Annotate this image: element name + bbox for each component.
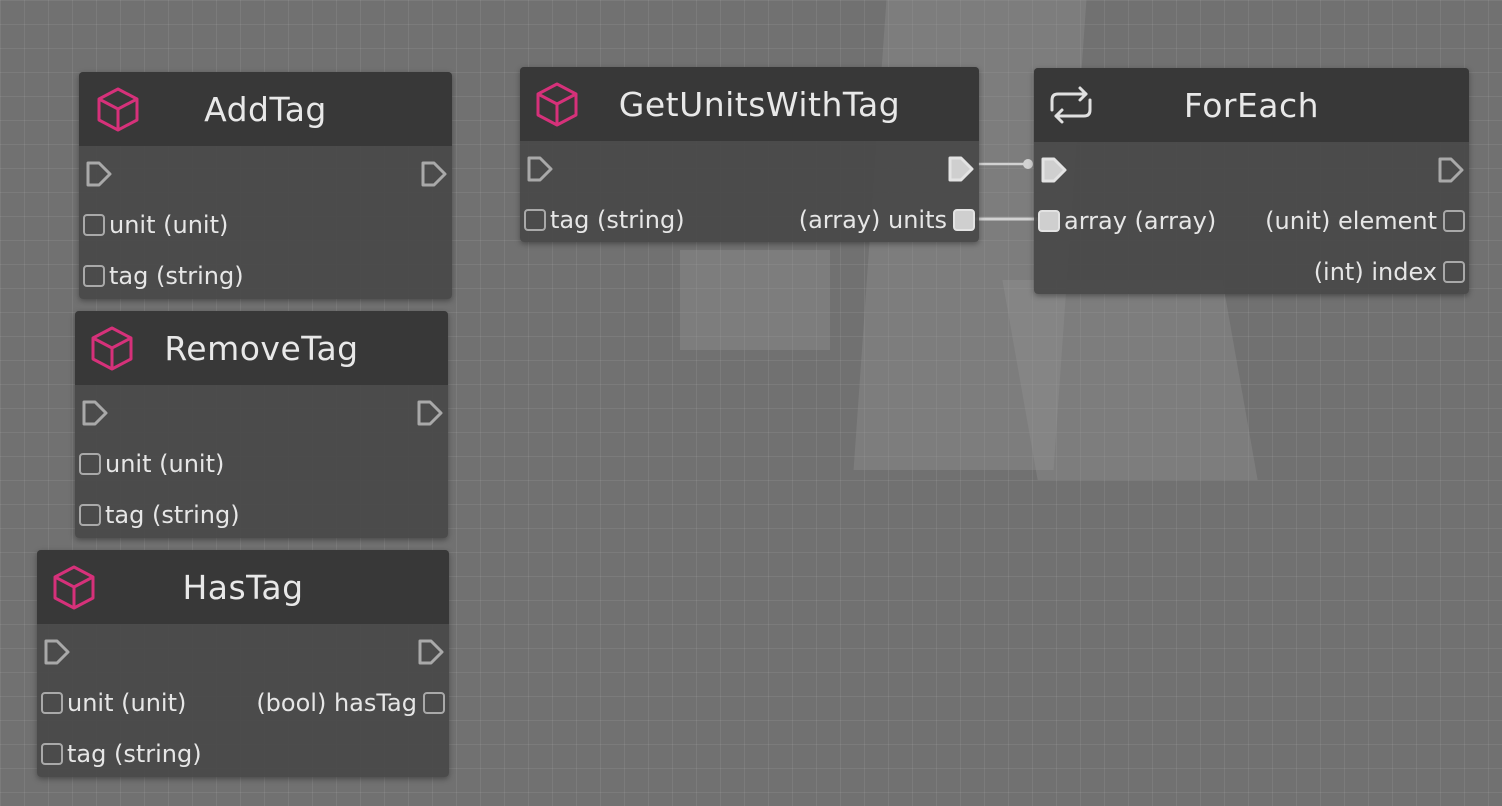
node-title: GetUnitsWithTag (618, 84, 901, 124)
pin-socket[interactable] (1443, 261, 1465, 283)
cube-icon (97, 87, 139, 132)
node-header[interactable]: ForEach (1034, 68, 1469, 142)
loop-icon (1050, 86, 1092, 124)
pin-label: tag (string) (67, 740, 202, 768)
pin-socket[interactable] (1038, 210, 1060, 232)
node-header[interactable]: HasTag (37, 550, 449, 624)
exec-out-icon[interactable] (947, 155, 975, 183)
pin-label: (unit) element (1265, 207, 1437, 235)
input-pin-unit: unit (unit) (bool) hasTag (37, 680, 449, 731)
exec-in-icon[interactable] (526, 155, 554, 183)
cube-icon (53, 565, 95, 610)
pin-socket[interactable] (423, 692, 445, 714)
input-pin-unit: unit (unit) (79, 202, 452, 253)
pin-socket[interactable] (83, 214, 105, 236)
pin-socket[interactable] (79, 504, 101, 526)
exec-out-icon[interactable] (420, 160, 448, 188)
exec-in-icon[interactable] (81, 399, 109, 427)
input-pin-array: array (array) (unit) element (1034, 198, 1469, 249)
pin-label: tag (string) (550, 206, 685, 234)
pin-label: unit (unit) (67, 689, 187, 717)
input-pin-tag: tag (string) (79, 253, 452, 299)
cube-icon (91, 326, 133, 371)
node-title: ForEach (1183, 85, 1320, 125)
pin-label: unit (unit) (109, 211, 229, 239)
removetag-node[interactable]: RemoveTag unit (unit) tag (string) (75, 311, 448, 538)
cube-icon (536, 82, 578, 127)
background-rock (1002, 280, 1258, 480)
node-header[interactable]: RemoveTag (75, 311, 448, 385)
pin-label: tag (string) (109, 262, 244, 290)
input-pin-tag: tag (string) (array) units (520, 197, 979, 242)
background-rock (680, 250, 830, 350)
pin-socket[interactable] (83, 265, 105, 287)
exec-out-icon[interactable] (417, 638, 445, 666)
pin-socket[interactable] (1443, 210, 1465, 232)
input-pin-tag: tag (string) (75, 492, 448, 538)
foreach-node[interactable]: ForEach array (array) (unit) element (in… (1034, 68, 1469, 294)
pin-socket[interactable] (41, 692, 63, 714)
pin-label: unit (unit) (105, 450, 225, 478)
pin-socket[interactable] (79, 453, 101, 475)
pin-label: (array) units (798, 206, 947, 234)
pin-socket[interactable] (524, 209, 546, 231)
node-title: RemoveTag (164, 328, 359, 368)
pin-label: tag (string) (105, 501, 240, 529)
exec-out-icon[interactable] (416, 399, 444, 427)
output-pin-index: (int) index (1034, 249, 1469, 294)
hastag-node[interactable]: HasTag unit (unit) (bool) hasTag tag (st… (37, 550, 449, 777)
node-header[interactable]: GetUnitsWithTag (520, 67, 979, 141)
input-pin-tag: tag (string) (37, 731, 449, 777)
node-header[interactable]: AddTag (79, 72, 452, 146)
pin-label: array (array) (1064, 207, 1217, 235)
node-title: HasTag (182, 567, 304, 607)
getunitswithtag-node[interactable]: GetUnitsWithTag tag (string) (array) uni… (520, 67, 979, 242)
pin-socket[interactable] (953, 209, 975, 231)
pin-socket[interactable] (41, 743, 63, 765)
pin-label: (int) index (1313, 258, 1437, 286)
pin-label: (bool) hasTag (256, 689, 417, 717)
exec-out-icon[interactable] (1437, 156, 1465, 184)
exec-in-icon[interactable] (85, 160, 113, 188)
addtag-node[interactable]: AddTag unit (unit) tag (string) (79, 72, 452, 299)
input-pin-unit: unit (unit) (75, 441, 448, 492)
node-title: AddTag (204, 89, 327, 129)
exec-in-icon[interactable] (1040, 156, 1068, 184)
exec-in-icon[interactable] (43, 638, 71, 666)
